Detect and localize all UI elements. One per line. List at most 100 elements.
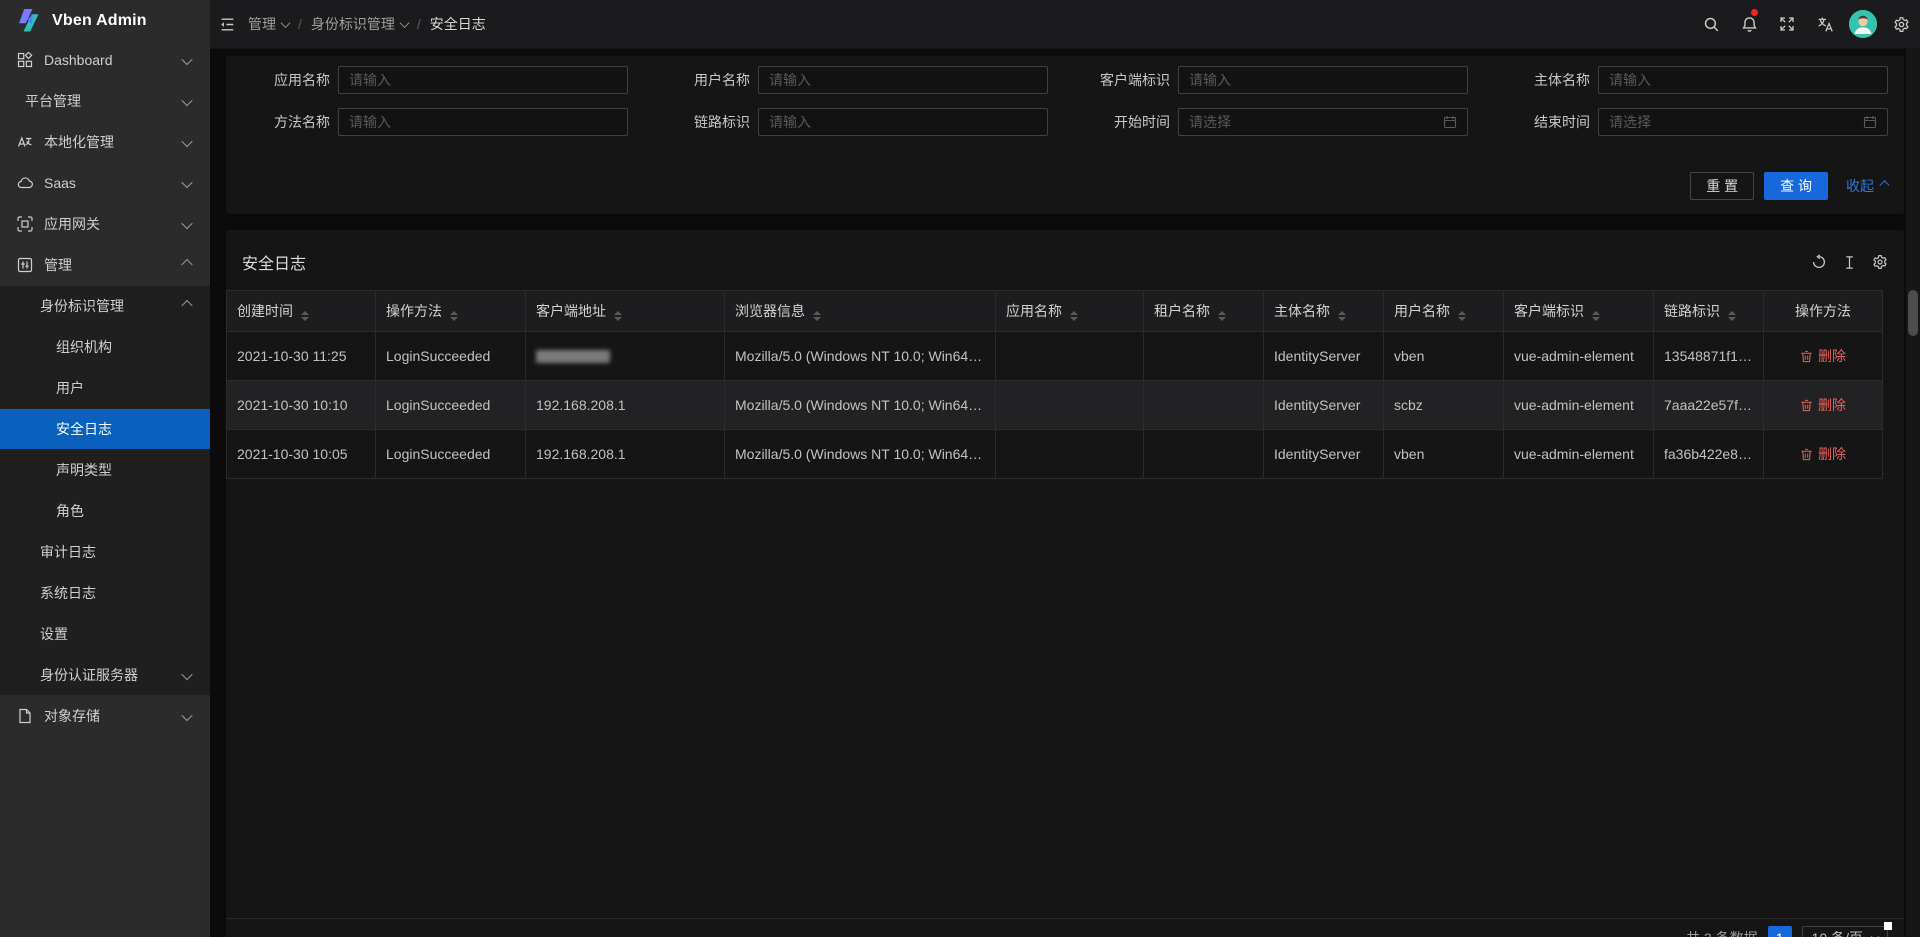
breadcrumb-item[interactable]: 身份标识管理 [311,14,408,34]
table-row: 2021-10-30 10:10LoginSucceeded192.168.20… [227,381,1883,430]
sort-desc-caret [1218,317,1226,321]
column-header-链路标识[interactable]: 链路标识 [1654,291,1764,332]
sort-desc-caret [450,317,458,321]
column-header-租户名称[interactable]: 租户名称 [1144,291,1264,332]
table-row: 2021-10-30 11:25LoginSucceededMozilla/5.… [227,332,1883,381]
sidebar-item-应用网关[interactable]: 应用网关 [0,204,210,244]
column-header-浏览器信息[interactable]: 浏览器信息 [725,291,996,332]
sort-icon[interactable] [1338,311,1346,321]
fullscreen-button[interactable] [1768,0,1806,48]
column-header-label: 用户名称 [1394,303,1450,319]
column-header-操作方法[interactable]: 操作方法 [376,291,526,332]
sort-icon[interactable] [1728,311,1736,321]
sidebar-item-组织机构[interactable]: 组织机构 [0,327,210,367]
sort-icon[interactable] [450,311,458,321]
page-number-button[interactable]: 1 [1768,926,1792,937]
sort-icon[interactable] [1218,311,1226,321]
date-picker-input[interactable]: 请选择 [1178,108,1468,136]
sidebar-item-审计日志[interactable]: 审计日志 [0,532,210,572]
breadcrumb-label: 安全日志 [430,14,486,34]
table-row: 2021-10-30 10:05LoginSucceeded192.168.20… [227,430,1883,479]
translate-button[interactable] [1806,0,1844,48]
sidebar-item-label: 平台管理 [25,91,81,111]
sidebar-item-对象存储[interactable]: 对象存储 [0,696,210,736]
sidebar-item-Saas[interactable]: Saas [0,163,210,203]
text-input[interactable]: 请输入 [338,108,628,136]
text-input[interactable]: 请输入 [758,108,1048,136]
sidebar-item-身份标识管理[interactable]: 身份标识管理 [0,286,210,326]
sidebar-menu: Dashboard 平台管理本地化管理Saas应用网关管理身份标识管理组织机构用户… [0,40,210,737]
reset-button[interactable]: 重 置 [1690,172,1754,200]
sidebar-item-声明类型[interactable]: 声明类型 [0,450,210,490]
row-height-icon[interactable] [1842,255,1857,270]
text-input[interactable]: 请输入 [1598,66,1888,94]
column-header-主体名称[interactable]: 主体名称 [1264,291,1384,332]
table-cell: vue-admin-element [1504,332,1654,381]
sort-desc-caret [301,317,309,321]
table-header-bar: 安全日志 [226,230,1904,290]
sidebar-item-身份认证服务器[interactable]: 身份认证服务器 [0,655,210,695]
header: 管理/身份标识管理/安全日志 [210,0,1920,49]
sidebar-fold-button[interactable] [210,0,248,48]
field-label: 方法名称 [242,112,330,132]
sort-icon[interactable] [614,311,622,321]
column-header-客户端标识[interactable]: 客户端标识 [1504,291,1654,332]
sidebar-item-设置[interactable]: 设置 [0,614,210,654]
breadcrumb-item[interactable]: 管理 [248,14,289,34]
chevron-down-icon [181,177,192,188]
sidebar-item-Dashboard[interactable]: Dashboard [0,40,210,80]
sort-icon[interactable] [1592,311,1600,321]
text-input[interactable]: 请输入 [758,66,1048,94]
user-menu[interactable] [1844,0,1882,48]
page-scrollbar-track[interactable] [1906,48,1920,937]
search-button[interactable] [1692,0,1730,48]
collapse-form-link[interactable]: 收起 [1846,176,1888,196]
text-input[interactable]: 请输入 [338,66,628,94]
sidebar-item-安全日志[interactable]: 安全日志 [0,409,210,449]
sort-icon[interactable] [301,311,309,321]
delete-button[interactable]: 删除 [1800,346,1846,366]
column-settings-gear-icon[interactable] [1872,254,1888,270]
translate-icon [1817,16,1834,33]
query-button[interactable]: 查 询 [1764,172,1828,200]
page-size-select[interactable]: 10 条/页 [1802,926,1888,937]
chevron-up-icon [181,259,192,270]
sidebar-item-管理[interactable]: 管理 [0,245,210,285]
table-cell: IdentityServer [1264,381,1384,430]
table-cell: vben [1384,332,1504,381]
form-field-结束时间: 结束时间请选择 [1502,108,1888,136]
page-size-value: 10 条/页 [1812,928,1863,937]
refresh-icon[interactable] [1811,254,1827,270]
scroll-corner [1884,922,1892,930]
table-cell [996,430,1144,479]
sidebar-item-label: 设置 [40,624,68,644]
sort-icon[interactable] [813,311,821,321]
notifications-button[interactable] [1730,0,1768,48]
text-input[interactable]: 请输入 [1178,66,1468,94]
settings-button[interactable] [1882,0,1920,48]
table-cell: Mozilla/5.0 (Windows NT 10.0; Win64; ... [725,332,996,381]
delete-button[interactable]: 删除 [1800,444,1846,464]
delete-button[interactable]: 删除 [1800,395,1846,415]
app-logo[interactable]: Vben Admin [0,0,210,42]
date-picker-input[interactable]: 请选择 [1598,108,1888,136]
app-title: Vben Admin [52,12,147,30]
sort-desc-caret [813,317,821,321]
sort-icon[interactable] [1070,311,1078,321]
column-header-应用名称[interactable]: 应用名称 [996,291,1144,332]
sidebar-item-本地化管理[interactable]: 本地化管理 [0,122,210,162]
sidebar-item-平台管理[interactable]: 平台管理 [0,81,210,121]
column-header-创建时间[interactable]: 创建时间 [227,291,376,332]
sidebar-item-用户[interactable]: 用户 [0,368,210,408]
column-header-客户端地址[interactable]: 客户端地址 [526,291,725,332]
form-field-链路标识: 链路标识请输入 [662,108,1048,136]
sidebar-item-系统日志[interactable]: 系统日志 [0,573,210,613]
sidebar-item-角色[interactable]: 角色 [0,491,210,531]
breadcrumb-label: 管理 [248,14,276,34]
column-header-用户名称[interactable]: 用户名称 [1384,291,1504,332]
page-scrollbar-thumb[interactable] [1908,290,1918,336]
breadcrumb-separator: / [417,16,421,32]
input-placeholder: 请输入 [349,70,391,90]
sort-icon[interactable] [1458,311,1466,321]
table-cell: Mozilla/5.0 (Windows NT 10.0; Win64; ... [725,381,996,430]
